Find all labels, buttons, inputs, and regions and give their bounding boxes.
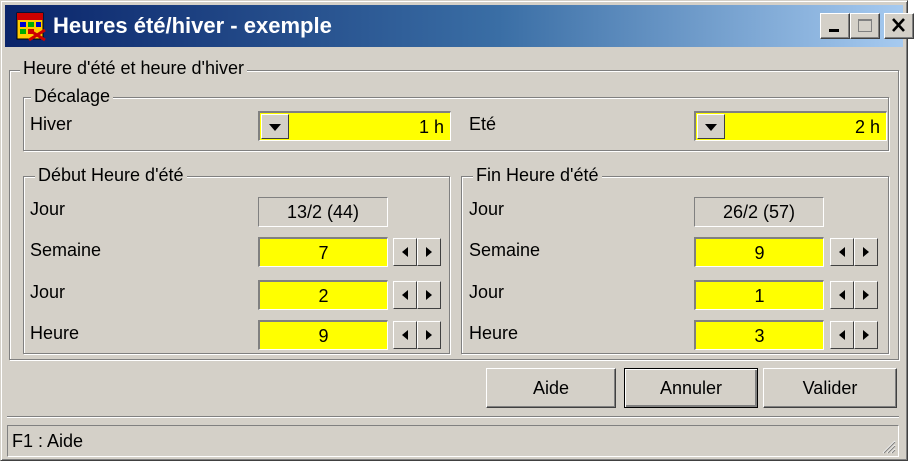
end-hour-increment[interactable] [854, 321, 878, 349]
start-week-value: 7 [318, 243, 329, 263]
summer-winter-group-label: Heure d'été et heure d'hiver [20, 58, 248, 79]
start-weekday-spinner[interactable] [393, 281, 443, 309]
start-hour-decrement[interactable] [393, 321, 417, 349]
start-weekday-increment[interactable] [417, 281, 441, 309]
start-week-label: Semaine [30, 240, 102, 260]
maximize-button[interactable] [850, 13, 880, 39]
arrow-right-icon [426, 290, 432, 300]
arrow-left-icon [402, 290, 408, 300]
summer-dropdown-button[interactable] [697, 114, 725, 139]
start-day-label: Jour [30, 199, 66, 219]
start-hour-label: Heure [30, 323, 80, 343]
resize-grip-icon[interactable] [880, 438, 896, 454]
dialog-window: Heures été/hiver - exemple Heure d'été e… [0, 0, 914, 461]
start-day-readout: 13/2 (44) [258, 197, 388, 227]
chevron-down-icon [705, 124, 717, 131]
start-week-increment[interactable] [417, 238, 441, 266]
title-bar[interactable]: Heures été/hiver - exemple [5, 5, 914, 47]
dst-end-group [461, 176, 889, 354]
end-hour-field[interactable]: 3 [694, 320, 824, 350]
start-week-decrement[interactable] [393, 238, 417, 266]
arrow-left-icon [839, 290, 845, 300]
winter-offset-value: 1 h [418, 117, 444, 137]
end-weekday-label: Jour [469, 282, 505, 302]
arrow-right-icon [863, 330, 869, 340]
summer-offset-value: 2 h [854, 117, 880, 137]
window-title: Heures été/hiver - exemple [53, 13, 332, 38]
arrow-left-icon [839, 247, 845, 257]
start-week-field[interactable]: 7 [258, 237, 388, 267]
end-week-field[interactable]: 9 [694, 237, 824, 267]
end-week-spinner[interactable] [830, 238, 880, 266]
dst-end-group-label: Fin Heure d'été [473, 165, 602, 186]
end-day-label: Jour [469, 199, 505, 219]
help-button[interactable]: Aide [486, 368, 616, 408]
arrow-left-icon [402, 247, 408, 257]
arrow-left-icon [402, 330, 408, 340]
summer-label: Eté [469, 114, 497, 134]
end-weekday-spinner[interactable] [830, 281, 880, 309]
start-weekday-decrement[interactable] [393, 281, 417, 309]
end-hour-label: Heure [469, 323, 519, 343]
arrow-right-icon [426, 330, 432, 340]
winter-label: Hiver [30, 114, 73, 134]
start-hour-spinner[interactable] [393, 321, 443, 349]
end-weekday-decrement[interactable] [830, 281, 854, 309]
status-separator [7, 416, 899, 418]
app-grid-icon[interactable] [15, 10, 47, 42]
end-weekday-field[interactable]: 1 [694, 280, 824, 310]
arrow-left-icon [839, 330, 845, 340]
end-week-value: 9 [754, 243, 765, 263]
end-weekday-value: 1 [754, 286, 765, 306]
status-bar: F1 : Aide [7, 425, 899, 457]
minimize-icon [829, 29, 839, 32]
start-week-spinner[interactable] [393, 238, 443, 266]
status-text: F1 : Aide [12, 431, 84, 451]
end-day-readout: 26/2 (57) [694, 197, 824, 227]
winter-dropdown-button[interactable] [261, 114, 289, 139]
arrow-right-icon [426, 247, 432, 257]
start-hour-field[interactable]: 9 [258, 320, 388, 350]
arrow-right-icon [863, 247, 869, 257]
winter-offset-combo[interactable]: 1 h [258, 111, 451, 141]
chevron-down-icon [269, 124, 281, 131]
end-week-increment[interactable] [854, 238, 878, 266]
minimize-button[interactable] [820, 13, 850, 39]
dst-start-group-label: Début Heure d'été [35, 165, 187, 186]
start-hour-increment[interactable] [417, 321, 441, 349]
cancel-button[interactable]: Annuler [624, 368, 758, 408]
close-button[interactable] [884, 13, 914, 39]
validate-button[interactable]: Valider [763, 368, 897, 408]
end-week-decrement[interactable] [830, 238, 854, 266]
summer-offset-combo[interactable]: 2 h [694, 111, 887, 141]
start-weekday-value: 2 [318, 286, 329, 306]
arrow-right-icon [863, 290, 869, 300]
end-week-label: Semaine [469, 240, 541, 260]
start-weekday-label: Jour [30, 282, 66, 302]
close-icon [892, 18, 905, 32]
maximize-icon [858, 19, 872, 32]
end-hour-value: 3 [754, 326, 765, 346]
start-hour-value: 9 [318, 326, 329, 346]
end-weekday-increment[interactable] [854, 281, 878, 309]
offset-group-label: Décalage [31, 86, 114, 107]
start-weekday-field[interactable]: 2 [258, 280, 388, 310]
end-hour-spinner[interactable] [830, 321, 880, 349]
end-hour-decrement[interactable] [830, 321, 854, 349]
